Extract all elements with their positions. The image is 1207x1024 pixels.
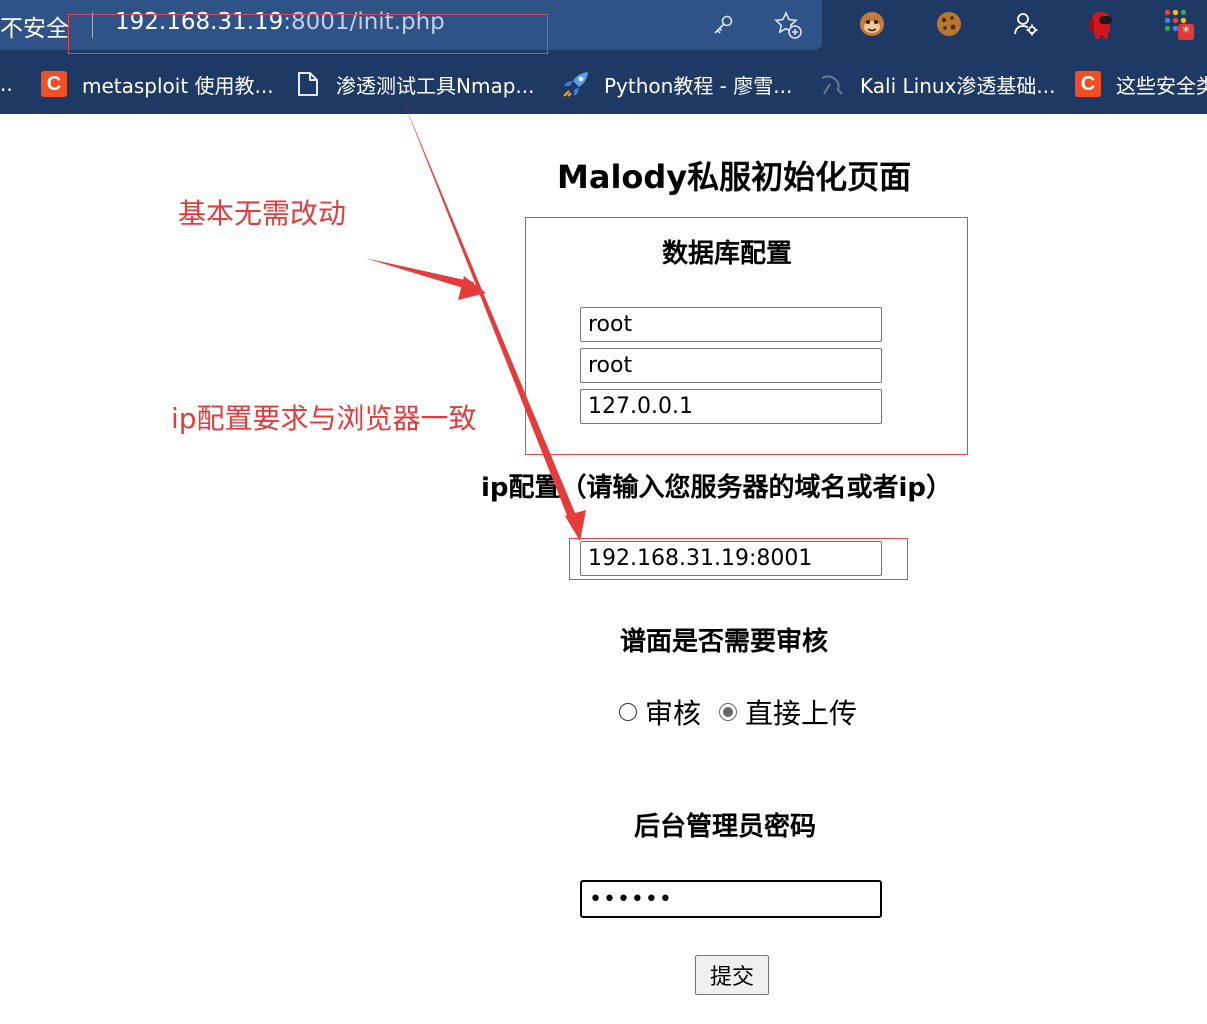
bookmark-label: metasploit 使用教... [82, 73, 274, 98]
admin-password-field[interactable] [580, 880, 882, 918]
bookmark-nmap[interactable]: 渗透测试工具Nmap... [294, 66, 534, 102]
bookmark-label: 这些安全类 [1116, 73, 1207, 98]
submit-button[interactable]: 提交 [695, 955, 769, 995]
db-user-field[interactable] [580, 307, 882, 342]
review-heading: 谱面是否需要审核 [620, 627, 829, 657]
csdn-icon: C [40, 70, 68, 98]
bookmark-label: Python教程 - 廖雪... [604, 73, 793, 98]
direct-upload-radio-label: 直接上传 [745, 697, 858, 730]
db-password-field[interactable] [580, 348, 882, 383]
user-settings-icon[interactable] [1010, 8, 1042, 40]
ip-field[interactable] [580, 541, 882, 576]
bookmark-metasploit[interactable]: C metasploit 使用教... [40, 66, 274, 102]
apps-grid-icon[interactable]: * [1163, 8, 1195, 40]
page-title: Malody私服初始化页面 [557, 158, 912, 196]
bookmarks-overflow[interactable]: .. [0, 72, 13, 96]
rocket-icon [562, 70, 590, 98]
review-options: 审核 直接上传 [615, 692, 871, 732]
db-config-heading: 数据库配置 [662, 239, 793, 269]
bookmark-kali[interactable]: Kali Linux渗透基础... [818, 66, 1055, 102]
direct-upload-radio[interactable] [719, 703, 738, 721]
review-radio[interactable] [619, 703, 637, 721]
security-indicator[interactable]: 不安全 [0, 9, 69, 43]
key-icon[interactable] [708, 10, 738, 40]
csdn-icon: C [1074, 70, 1102, 98]
cookie-extension-icon[interactable] [933, 8, 965, 40]
review-radio-label: 审核 [645, 697, 702, 730]
bookmark-label: Kali Linux渗透基础... [860, 73, 1056, 98]
svg-text:*: * [1183, 24, 1190, 40]
among-us-extension-icon[interactable] [1086, 8, 1118, 40]
add-favorite-icon[interactable] [773, 10, 803, 40]
ip-config-heading: ip配置（请输入您服务器的域名或者ip） [481, 473, 953, 503]
arrow-to-db-box [365, 258, 486, 300]
annotation-no-change: 基本无需改动 [178, 197, 347, 230]
annotation-ip-match: ip配置要求与浏览器一致 [171, 402, 477, 435]
document-icon [294, 70, 322, 98]
bookmark-security[interactable]: C 这些安全类 [1074, 66, 1207, 102]
bookmark-label: 渗透测试工具Nmap... [336, 73, 535, 98]
kali-icon [818, 70, 846, 98]
admin-password-heading: 后台管理员密码 [634, 812, 817, 842]
url-highlight-box [68, 14, 548, 54]
bookmark-python[interactable]: Python教程 - 廖雪... [562, 66, 792, 102]
monkey-extension-icon[interactable] [856, 8, 888, 40]
db-host-field[interactable] [580, 389, 882, 424]
